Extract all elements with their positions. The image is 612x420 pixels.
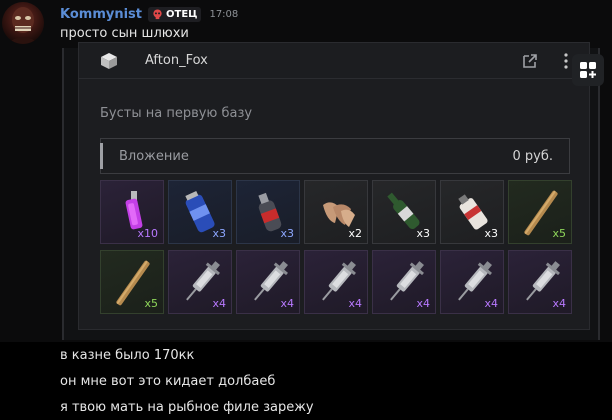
avatar[interactable] <box>2 2 44 44</box>
investment-value: 0 руб. <box>512 148 554 164</box>
item-quantity: x3 <box>280 227 294 240</box>
item-slot[interactable]: x5 <box>508 180 572 244</box>
item-slot[interactable]: x4 <box>508 250 572 314</box>
item-slot[interactable]: x4 <box>440 250 504 314</box>
item-slot[interactable]: x3 <box>372 180 436 244</box>
item-slot[interactable]: x4 <box>304 250 368 314</box>
item-quantity: x4 <box>348 297 362 310</box>
item-slot[interactable]: x3 <box>168 180 232 244</box>
message-list: в казне было 170кк он мне вот это кидает… <box>0 342 612 420</box>
card-body: Бусты на первую базу Вложение 0 руб. x10… <box>78 42 590 330</box>
frame-border <box>598 48 600 340</box>
item-quantity: x5 <box>144 297 158 310</box>
item-slot[interactable]: x3 <box>236 180 300 244</box>
item-quantity: x4 <box>280 297 294 310</box>
item-quantity: x4 <box>212 297 226 310</box>
role-badge[interactable]: ОТЕЦ <box>148 6 202 22</box>
username[interactable]: Kommynist <box>60 7 142 22</box>
item-quantity: x3 <box>484 227 498 240</box>
section-title: Бусты на первую базу <box>100 106 253 121</box>
item-slot[interactable]: x4 <box>372 250 436 314</box>
item-slot[interactable]: x4 <box>168 250 232 314</box>
app-grid-icon <box>580 62 596 78</box>
item-slot[interactable]: x2 <box>304 180 368 244</box>
message-header: Kommynist ОТЕЦ 17:08 <box>60 4 238 24</box>
item-quantity: x4 <box>484 297 498 310</box>
item-quantity: x2 <box>348 227 362 240</box>
item-slot[interactable]: x4 <box>236 250 300 314</box>
item-quantity: x10 <box>137 227 158 240</box>
investment-bar <box>100 143 103 169</box>
item-grid: x10 x3 x3 x2 x3 x3 x5 x5 x4 x4 x4 x4 x4 x4 <box>100 180 572 314</box>
timestamp: 17:08 <box>209 8 239 20</box>
app-button[interactable] <box>572 54 604 86</box>
item-slot[interactable]: x3 <box>440 180 504 244</box>
item-quantity: x4 <box>416 297 430 310</box>
role-label: ОТЕЦ <box>166 8 198 20</box>
message-text: просто сын шлюхи <box>60 26 189 41</box>
item-slot[interactable]: x5 <box>100 250 164 314</box>
message-line: я твою мать на рыбное филе зарежу <box>60 400 314 415</box>
message-line: он мне вот это кидает долбаеб <box>60 374 276 389</box>
investment-row: Вложение 0 руб. <box>100 138 570 174</box>
skull-icon <box>153 8 162 19</box>
item-quantity: x4 <box>552 297 566 310</box>
item-quantity: x5 <box>552 227 566 240</box>
frame-border <box>62 48 64 340</box>
message-line: в казне было 170кк <box>60 348 195 363</box>
item-quantity: x3 <box>416 227 430 240</box>
item-slot[interactable]: x10 <box>100 180 164 244</box>
item-quantity: x3 <box>212 227 226 240</box>
investment-label: Вложение <box>119 148 189 164</box>
